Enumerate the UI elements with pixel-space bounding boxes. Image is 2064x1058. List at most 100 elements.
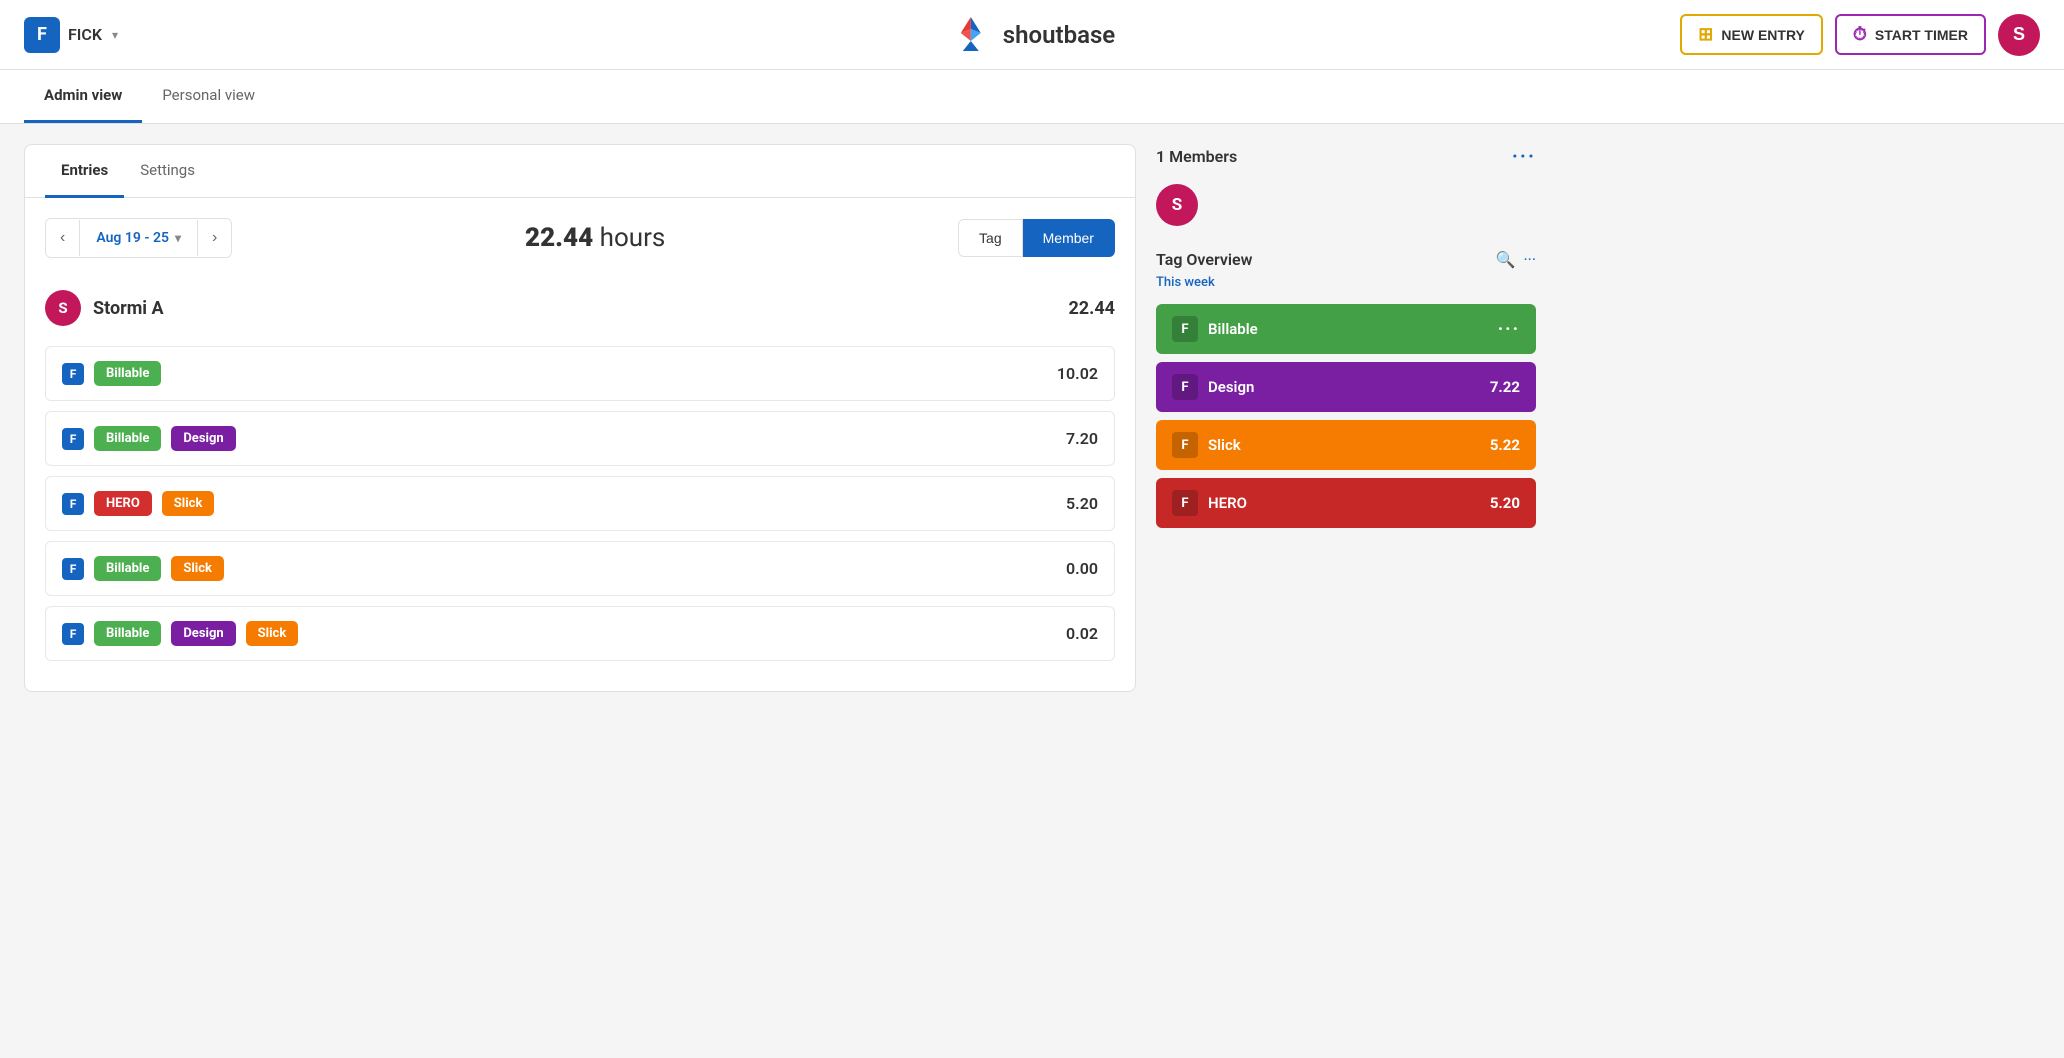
filter-buttons: Tag Member	[958, 219, 1115, 257]
card-tabs: Entries Settings	[25, 145, 1135, 198]
tag-overview-list: F Billable ··· F Design 7.22 F Slick 5.2…	[1156, 304, 1536, 528]
member-avatar[interactable]: S	[1156, 184, 1198, 226]
tag-bar-f-icon: F	[1172, 316, 1198, 342]
tab-admin-view[interactable]: Admin view	[24, 70, 142, 123]
workspace-logo: F	[24, 17, 60, 53]
entry-workspace-tag: F	[62, 493, 84, 515]
members-title: 1 Members	[1156, 147, 1237, 166]
total-hours-display: 22.44 hours	[525, 223, 665, 253]
entry-row[interactable]: F Billable Design Slick 0.02	[45, 606, 1115, 661]
start-timer-label: START TIMER	[1875, 27, 1968, 43]
user-avatar-button[interactable]: S	[1998, 14, 2040, 56]
entry-hours: 0.00	[1066, 559, 1098, 578]
members-header: 1 Members ···	[1156, 144, 1536, 168]
timer-icon: ⏱	[1853, 24, 1867, 45]
tag-bar-f-icon: F	[1172, 490, 1198, 516]
brand-name: shoutbase	[1003, 21, 1115, 49]
this-week-label: This week	[1156, 275, 1536, 290]
entry-row[interactable]: F HERO Slick 5.20	[45, 476, 1115, 531]
main-content: Entries Settings ‹ Aug 19 - 25 ▾ ›	[24, 144, 1136, 692]
sidebar: 1 Members ··· S Tag Overview 🔍 ··· This …	[1156, 144, 1536, 692]
date-range-text: Aug 19 - 25	[96, 230, 169, 246]
view-tabs: Admin view Personal view	[0, 70, 2064, 124]
tag-overview-more-icon[interactable]: ···	[1523, 250, 1536, 269]
entries-list: F Billable 10.02 F Billable Design 7.20 …	[45, 346, 1115, 661]
filter-tag-button[interactable]: Tag	[958, 219, 1023, 257]
search-icon[interactable]: 🔍	[1496, 250, 1516, 269]
entry-workspace-tag: F	[62, 428, 84, 450]
tag-bar-name: Billable	[1208, 320, 1498, 338]
entry-tag-billable: Billable	[94, 556, 161, 581]
entry-row[interactable]: F Billable Slick 0.00	[45, 541, 1115, 596]
user-row: S Stormi A 22.44	[45, 278, 1115, 338]
entry-hours: 7.20	[1066, 429, 1098, 448]
tag-bar-billable[interactable]: F Billable ···	[1156, 304, 1536, 354]
header-actions: ⊞ NEW ENTRY ⏱ START TIMER S	[1680, 14, 2040, 56]
brand-area: shoutbase	[949, 13, 1115, 57]
member-avatars: S	[1156, 184, 1536, 226]
entry-tag-hero: HERO	[94, 491, 152, 516]
tag-bar-slick[interactable]: F Slick 5.22	[1156, 420, 1536, 470]
date-chevron-icon: ▾	[175, 231, 181, 245]
shoutbase-logo-svg	[949, 13, 993, 57]
entry-workspace-tag: F	[62, 363, 84, 385]
workspace-chevron-icon: ▾	[112, 28, 118, 42]
tag-bar-name: Slick	[1208, 436, 1490, 454]
entries-card: Entries Settings ‹ Aug 19 - 25 ▾ ›	[24, 144, 1136, 692]
members-more-icon[interactable]: ···	[1512, 144, 1536, 168]
user-avatar: S	[45, 290, 81, 326]
date-navigator: ‹ Aug 19 - 25 ▾ ›	[45, 218, 232, 258]
entry-tag-slick: Slick	[171, 556, 224, 581]
tag-bar-value: 5.20	[1490, 494, 1520, 512]
date-range-selector[interactable]: Aug 19 - 25 ▾	[79, 220, 198, 256]
header: F FICK ▾ shoutbase ⊞ NEW ENTRY ⏱ START T…	[0, 0, 2064, 70]
entry-hours: 5.20	[1066, 494, 1098, 513]
workspace-selector[interactable]: F FICK ▾	[24, 17, 118, 53]
tag-bar-more-icon[interactable]: ···	[1498, 319, 1520, 340]
tab-settings[interactable]: Settings	[124, 145, 211, 198]
tab-personal-view[interactable]: Personal view	[142, 70, 275, 123]
new-entry-button[interactable]: ⊞ NEW ENTRY	[1680, 14, 1823, 55]
date-next-button[interactable]: ›	[198, 219, 231, 257]
user-name: Stormi A	[93, 298, 1056, 319]
tag-overview-header: Tag Overview 🔍 ···	[1156, 250, 1536, 269]
date-prev-button[interactable]: ‹	[46, 219, 79, 257]
entry-hours: 0.02	[1066, 624, 1098, 643]
entry-tag-billable: Billable	[94, 426, 161, 451]
tag-bar-value: 7.22	[1490, 378, 1520, 396]
tag-bar-f-icon: F	[1172, 432, 1198, 458]
total-hours-value: 22.44	[525, 223, 593, 253]
entry-tag-design: Design	[171, 621, 235, 646]
this-week-value: week	[1184, 275, 1214, 290]
new-entry-label: NEW ENTRY	[1721, 27, 1804, 43]
tag-bar-name: Design	[1208, 378, 1490, 396]
new-entry-icon: ⊞	[1698, 24, 1713, 45]
tag-overview-title: Tag Overview	[1156, 250, 1252, 269]
tag-bar-f-icon: F	[1172, 374, 1198, 400]
filter-member-button[interactable]: Member	[1023, 219, 1115, 257]
total-hours-unit: hours	[600, 223, 666, 253]
tag-bar-design[interactable]: F Design 7.22	[1156, 362, 1536, 412]
entry-row[interactable]: F Billable 10.02	[45, 346, 1115, 401]
brand-logo-icon	[949, 13, 993, 57]
entry-hours: 10.02	[1057, 364, 1098, 383]
user-total-hours: 22.44	[1068, 298, 1115, 319]
entry-tag-design: Design	[171, 426, 235, 451]
entry-workspace-tag: F	[62, 623, 84, 645]
tag-overview-actions: 🔍 ···	[1496, 250, 1536, 269]
workspace-name: FICK	[68, 25, 102, 44]
entry-workspace-tag: F	[62, 558, 84, 580]
card-body: ‹ Aug 19 - 25 ▾ › 22.44 hours Tag	[25, 198, 1135, 691]
tag-bar-value: 5.22	[1490, 436, 1520, 454]
entry-row[interactable]: F Billable Design 7.20	[45, 411, 1115, 466]
start-timer-button[interactable]: ⏱ START TIMER	[1835, 14, 1986, 55]
entry-tag-billable: Billable	[94, 361, 161, 386]
tab-entries[interactable]: Entries	[45, 145, 124, 198]
main-layout: Entries Settings ‹ Aug 19 - 25 ▾ ›	[0, 124, 1560, 712]
entry-tag-slick: Slick	[246, 621, 299, 646]
entry-tag-slick: Slick	[162, 491, 215, 516]
date-row: ‹ Aug 19 - 25 ▾ › 22.44 hours Tag	[45, 218, 1115, 258]
entry-tag-billable: Billable	[94, 621, 161, 646]
tag-bar-hero[interactable]: F HERO 5.20	[1156, 478, 1536, 528]
tag-bar-name: HERO	[1208, 494, 1490, 512]
